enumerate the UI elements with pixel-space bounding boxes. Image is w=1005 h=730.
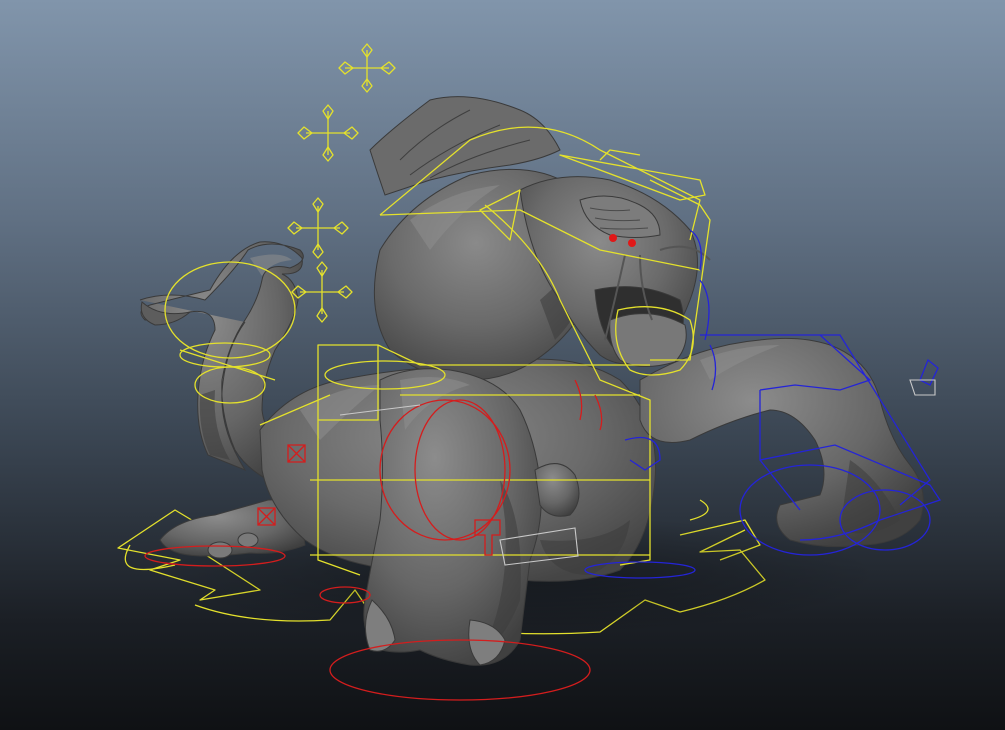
scene-canvas[interactable] [0,0,1005,730]
right-arm-mesh[interactable] [639,337,924,548]
right-eye [628,239,636,247]
left-eye [609,234,617,242]
3d-viewport[interactable] [0,0,1005,730]
